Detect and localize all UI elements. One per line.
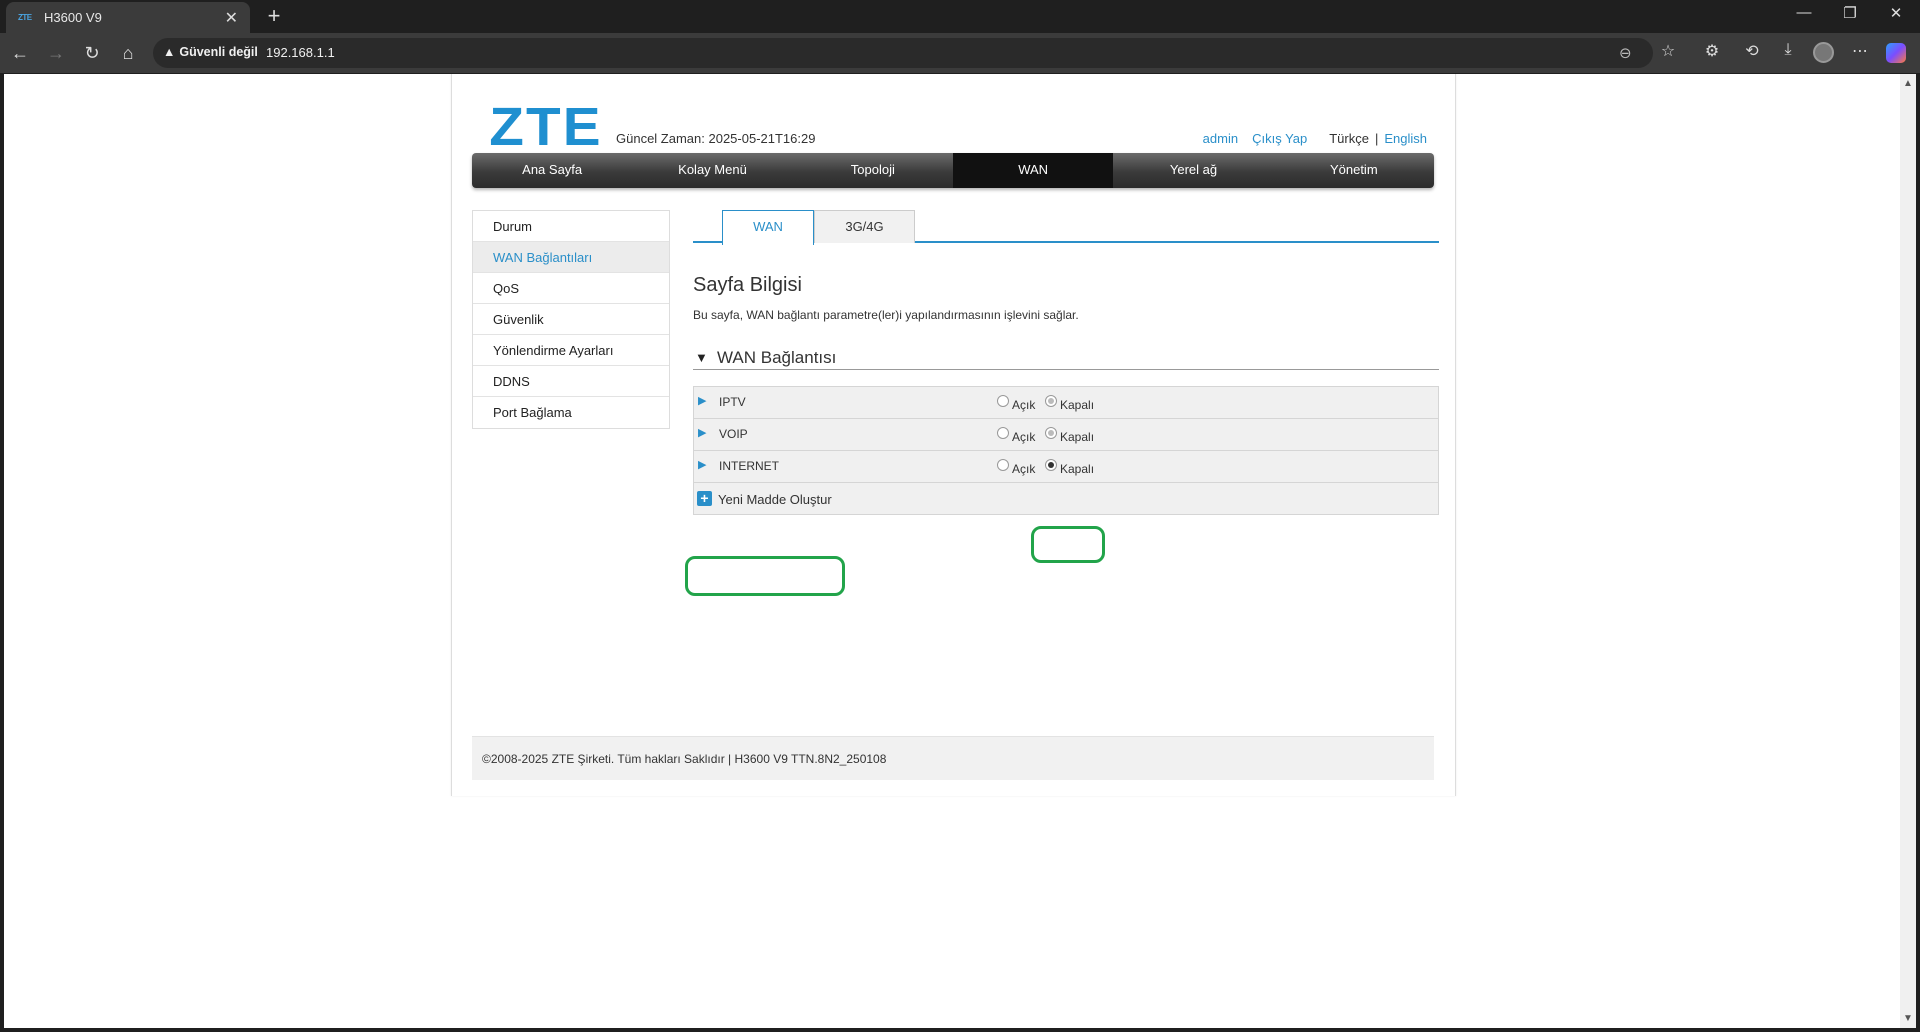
sidebar-item-durum[interactable]: Durum xyxy=(473,211,669,242)
nav-topoloji[interactable]: Topoloji xyxy=(793,153,953,188)
wan-name: INTERNET xyxy=(719,459,779,473)
radio-on-label: Açık xyxy=(1012,462,1036,476)
lang-english-link[interactable]: English xyxy=(1384,131,1427,146)
main-content: WAN 3G/4G Sayfa Bilgisi Bu sayfa, WAN ba… xyxy=(685,210,1439,596)
radio-on-label: Açık xyxy=(1012,398,1036,412)
tab-title: H3600 V9 xyxy=(44,10,102,25)
tab-wan[interactable]: WAN xyxy=(722,210,814,245)
new-tab-button[interactable]: + xyxy=(260,2,288,30)
favorite-star-icon[interactable]: ☆ xyxy=(1656,41,1680,61)
warning-icon: ▲ xyxy=(163,45,176,59)
radio-on[interactable] xyxy=(997,459,1009,471)
browser-tab-bar: ZTE H3600 V9 ✕ + — ❐ ✕ xyxy=(0,0,1920,33)
sidebar-item-wan-baglantilari[interactable]: WAN Bağlantıları xyxy=(473,242,669,273)
radio-on[interactable] xyxy=(997,395,1009,407)
section-title: WAN Bağlantısı xyxy=(717,348,837,367)
reading-mode-icon[interactable]: ⊖ xyxy=(1619,44,1632,62)
zte-favicon-icon: ZTE xyxy=(18,13,32,22)
browser-tab[interactable]: ZTE H3600 V9 ✕ xyxy=(6,2,250,33)
sidebar-item-port-baglama[interactable]: Port Bağlama xyxy=(473,397,669,428)
top-links: admin Çıkış Yap Türkçe | English xyxy=(1189,131,1427,146)
radio-off[interactable] xyxy=(1045,427,1057,439)
url-text[interactable]: 192.168.1.1 xyxy=(266,45,335,60)
collapse-triangle-icon[interactable]: ▼ xyxy=(695,350,708,365)
radio-off[interactable] xyxy=(1045,459,1057,471)
tab-3g4g[interactable]: 3G/4G xyxy=(814,210,915,243)
logout-link[interactable]: Çıkış Yap xyxy=(1252,131,1307,146)
download-icon[interactable]: ⤓ xyxy=(1776,41,1800,59)
wan-name: IPTV xyxy=(719,395,746,409)
more-menu-icon[interactable]: ⋯ xyxy=(1848,41,1872,61)
wan-section-header[interactable]: ▼ WAN Bağlantısı xyxy=(693,348,1439,370)
lang-separator: | xyxy=(1374,131,1379,146)
radio-off-label: Kapalı xyxy=(1060,462,1095,476)
restore-icon[interactable]: ❐ xyxy=(1830,4,1870,22)
page-description: Bu sayfa, WAN bağlantı parametre(ler)i y… xyxy=(693,308,1079,322)
sidebar-item-ddns[interactable]: DDNS xyxy=(473,366,669,397)
page-footer: ©2008-2025 ZTE Şirketi. Tüm hakları Sakl… xyxy=(472,736,1434,780)
radio-off-label: Kapalı xyxy=(1060,430,1095,444)
wan-name: VOIP xyxy=(719,427,748,441)
wan-row-iptv[interactable]: ▶ IPTV Açık Kapalı xyxy=(694,387,1438,419)
security-label: Güvenli değil xyxy=(179,45,258,59)
vertical-scrollbar[interactable]: ▲ ▼ xyxy=(1900,74,1916,1028)
nav-kolay-menu[interactable]: Kolay Menü xyxy=(632,153,792,188)
radio-off-label: Kapalı xyxy=(1060,398,1095,412)
web-viewport: ZTE Güncel Zaman: 2025-05-21T16:29 admin… xyxy=(4,74,1900,1028)
highlight-ring-kapali xyxy=(1031,526,1105,563)
radio-on-label: Açık xyxy=(1012,430,1036,444)
expand-arrow-icon[interactable]: ▶ xyxy=(698,458,706,471)
sidebar: Durum WAN Bağlantıları QoS Güvenlik Yönl… xyxy=(472,210,670,429)
close-tab-icon[interactable]: ✕ xyxy=(225,8,238,28)
back-icon[interactable]: ← xyxy=(8,41,32,65)
sidebar-item-yonlendirme[interactable]: Yönlendirme Ayarları xyxy=(473,335,669,366)
history-icon[interactable]: ⟲ xyxy=(1740,41,1764,61)
nav-wan[interactable]: WAN xyxy=(952,153,1114,188)
sidebar-item-qos[interactable]: QoS xyxy=(473,273,669,304)
highlight-ring-add-new xyxy=(685,556,845,596)
extensions-icon[interactable]: ⚙ xyxy=(1700,41,1724,61)
main-nav: Ana Sayfa Kolay Menü Topoloji WAN Yerel … xyxy=(472,153,1434,188)
sub-tabs: WAN 3G/4G xyxy=(693,210,1439,245)
page-title: Sayfa Bilgisi xyxy=(693,274,802,296)
address-bar[interactable]: ▲ Güvenli değil 192.168.1.1 ⊖ xyxy=(153,38,1653,68)
security-indicator[interactable]: ▲ Güvenli değil xyxy=(163,45,258,59)
plus-icon[interactable]: + xyxy=(697,491,712,506)
forward-icon[interactable]: → xyxy=(44,41,68,65)
wan-connection-list: ▶ IPTV Açık Kapalı ▶ VOIP Açık Kapalı ▶ xyxy=(693,386,1439,515)
admin-link[interactable]: admin xyxy=(1203,131,1238,146)
nav-yonetim[interactable]: Yönetim xyxy=(1274,153,1434,188)
add-new-label[interactable]: Yeni Madde Oluştur xyxy=(718,492,832,507)
sidebar-item-guvenlik[interactable]: Güvenlik xyxy=(473,304,669,335)
radio-off[interactable] xyxy=(1045,395,1057,407)
scroll-up-icon[interactable]: ▲ xyxy=(1903,78,1913,89)
scroll-down-icon[interactable]: ▼ xyxy=(1903,1013,1913,1024)
current-time: Güncel Zaman: 2025-05-21T16:29 xyxy=(616,131,816,146)
router-page: ZTE Güncel Zaman: 2025-05-21T16:29 admin… xyxy=(451,74,1456,796)
radio-on[interactable] xyxy=(997,427,1009,439)
expand-arrow-icon[interactable]: ▶ xyxy=(698,426,706,439)
browser-toolbar: ← → ↻ ⌂ ▲ Güvenli değil 192.168.1.1 ⊖ ☆ ⚙… xyxy=(0,33,1920,73)
nav-yerel-ag[interactable]: Yerel ağ xyxy=(1113,153,1273,188)
profile-avatar-icon[interactable] xyxy=(1813,42,1834,63)
reload-icon[interactable]: ↻ xyxy=(80,41,104,65)
close-window-icon[interactable]: ✕ xyxy=(1876,4,1916,22)
wan-row-internet[interactable]: ▶ INTERNET Açık Kapalı xyxy=(694,451,1438,483)
minimize-icon[interactable]: — xyxy=(1784,4,1824,21)
zte-logo: ZTE xyxy=(489,97,603,157)
home-icon[interactable]: ⌂ xyxy=(116,41,140,65)
copilot-icon[interactable] xyxy=(1886,43,1906,63)
nav-ana-sayfa[interactable]: Ana Sayfa xyxy=(472,153,632,188)
lang-turkish[interactable]: Türkçe xyxy=(1329,131,1369,146)
expand-arrow-icon[interactable]: ▶ xyxy=(698,394,706,407)
wan-row-voip[interactable]: ▶ VOIP Açık Kapalı xyxy=(694,419,1438,451)
add-new-row[interactable]: + Yeni Madde Oluştur xyxy=(694,483,1438,514)
